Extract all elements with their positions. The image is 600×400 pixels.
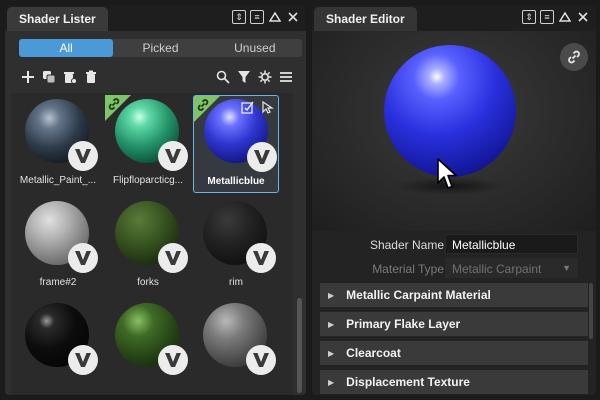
shader-lister-titlebar: Shader Lister ⇕ ≡: [5, 5, 306, 31]
editor-panel-controls: ⇕ ≡: [522, 10, 590, 24]
close-icon[interactable]: [286, 10, 300, 24]
shader-tile[interactable]: [105, 299, 191, 395]
link-icon: [196, 98, 210, 112]
section-metallic-carpaint-material[interactable]: ▶ Metallic Carpaint Material: [320, 283, 588, 307]
app-window: Shader Lister ⇕ ≡ All Picked Unused Meta…: [0, 0, 600, 400]
material-type-value: Metallic Carpaint: [452, 262, 542, 276]
material-type-row: Material Type Metallic Carpaint ▼: [312, 257, 596, 281]
section-clearcoat[interactable]: ▶ Clearcoat: [320, 341, 588, 365]
vray-badge-icon: [158, 345, 188, 375]
link-button[interactable]: [560, 43, 588, 71]
clean-icon[interactable]: [61, 68, 79, 86]
panel-menu-icon[interactable]: ≡: [540, 10, 554, 24]
shader-tile[interactable]: forks: [105, 197, 191, 295]
shader-lister-body: All Picked Unused Metallic_Paint_... Fli…: [5, 31, 306, 395]
lister-toolbar: [19, 67, 298, 87]
link-icon: [107, 97, 121, 111]
shader-tile-label: frame#2: [39, 277, 77, 288]
shader-tile-label: Flipfloparcticg...: [112, 175, 184, 186]
shader-tile[interactable]: frame#2: [15, 197, 101, 295]
vray-badge-icon: [246, 345, 276, 375]
shader-tile[interactable]: Metallic_Paint_...: [15, 95, 101, 193]
material-preview[interactable]: [312, 31, 596, 231]
section-label: Displacement Texture: [346, 375, 470, 389]
shader-tile[interactable]: Metallicblue: [193, 95, 279, 193]
close-icon[interactable]: [576, 10, 590, 24]
duplicate-icon[interactable]: [40, 68, 58, 86]
material-type-label: Material Type: [372, 262, 444, 276]
shader-tile[interactable]: rim: [193, 197, 279, 295]
settings-icon[interactable]: [256, 68, 274, 86]
link-icon: [568, 50, 580, 64]
vray-badge-icon: [68, 141, 98, 171]
delete-icon[interactable]: [82, 68, 100, 86]
vray-badge-icon: [68, 243, 98, 273]
material-type-select[interactable]: Metallic Carpaint ▼: [445, 258, 578, 278]
shader-tile-label: Metallicblue: [207, 176, 265, 187]
shader-tile[interactable]: [193, 299, 279, 395]
vray-badge-icon: [247, 142, 277, 172]
lister-scrollbar[interactable]: [295, 93, 303, 395]
expand-arrow-icon: ▶: [328, 348, 335, 358]
shader-name-row: Shader Name Metallicblue: [312, 233, 596, 257]
filter-tabs: All Picked Unused: [19, 39, 302, 57]
shader-grid: Metallic_Paint_... Flipfloparcticg... Meta…: [11, 93, 293, 395]
float-icon[interactable]: ⇕: [232, 10, 246, 24]
shader-tile[interactable]: Flipfloparcticg...: [105, 95, 191, 193]
shader-name-field[interactable]: Metallicblue: [445, 234, 578, 254]
vray-badge-icon: [158, 141, 188, 171]
panel-menu-icon[interactable]: ≡: [250, 10, 264, 24]
shader-tile-label: rim: [229, 277, 243, 288]
menu-icon[interactable]: [277, 68, 295, 86]
chevron-down-icon: ▼: [562, 263, 571, 273]
search-icon[interactable]: [214, 68, 232, 86]
editor-scrollbar[interactable]: [589, 283, 593, 339]
shader-tile[interactable]: [15, 299, 101, 395]
section-primary-flake-layer[interactable]: ▶ Primary Flake Layer: [320, 312, 588, 336]
tab-all[interactable]: All: [19, 39, 114, 57]
vray-badge-icon: [246, 243, 276, 273]
shader-editor-title[interactable]: Shader Editor: [314, 7, 417, 31]
collapse-icon[interactable]: [268, 10, 282, 24]
section-label: Clearcoat: [346, 346, 401, 360]
expand-arrow-icon: ▶: [328, 319, 335, 329]
expand-arrow-icon: ▶: [328, 290, 335, 300]
shader-tile-label: forks: [137, 277, 159, 288]
expand-arrow-icon: ▶: [328, 377, 335, 387]
tile-actions: [240, 100, 274, 114]
shader-lister-panel: Shader Lister ⇕ ≡ All Picked Unused Meta…: [4, 4, 307, 396]
section-label: Primary Flake Layer: [346, 317, 461, 331]
shader-tile-label: Metallic_Paint_...: [19, 175, 97, 186]
shader-properties: Shader Name Metallicblue Material Type M…: [312, 233, 596, 281]
section-label: Metallic Carpaint Material: [346, 288, 491, 302]
collapse-icon[interactable]: [558, 10, 572, 24]
edit-icon[interactable]: [240, 100, 254, 114]
shader-name-label: Shader Name: [369, 238, 444, 252]
mouse-cursor-icon: [436, 157, 460, 196]
tab-picked[interactable]: Picked: [113, 39, 207, 57]
section-displacement-texture[interactable]: ▶ Displacement Texture: [320, 370, 588, 394]
shader-lister-title[interactable]: Shader Lister: [7, 7, 108, 31]
float-icon[interactable]: ⇕: [522, 10, 536, 24]
panel-controls: ⇕ ≡: [232, 10, 300, 24]
pick-cursor-icon[interactable]: [260, 100, 274, 114]
tab-unused[interactable]: Unused: [208, 39, 302, 57]
lister-scroll-thumb[interactable]: [297, 298, 302, 393]
shader-editor-titlebar: Shader Editor ⇕ ≡: [312, 5, 596, 31]
shader-editor-panel: Shader Editor ⇕ ≡ Shader Name Metallicbl…: [311, 4, 597, 396]
filter-icon[interactable]: [235, 68, 253, 86]
vray-badge-icon: [68, 345, 98, 375]
vray-badge-icon: [158, 243, 188, 273]
add-icon[interactable]: [19, 68, 37, 86]
